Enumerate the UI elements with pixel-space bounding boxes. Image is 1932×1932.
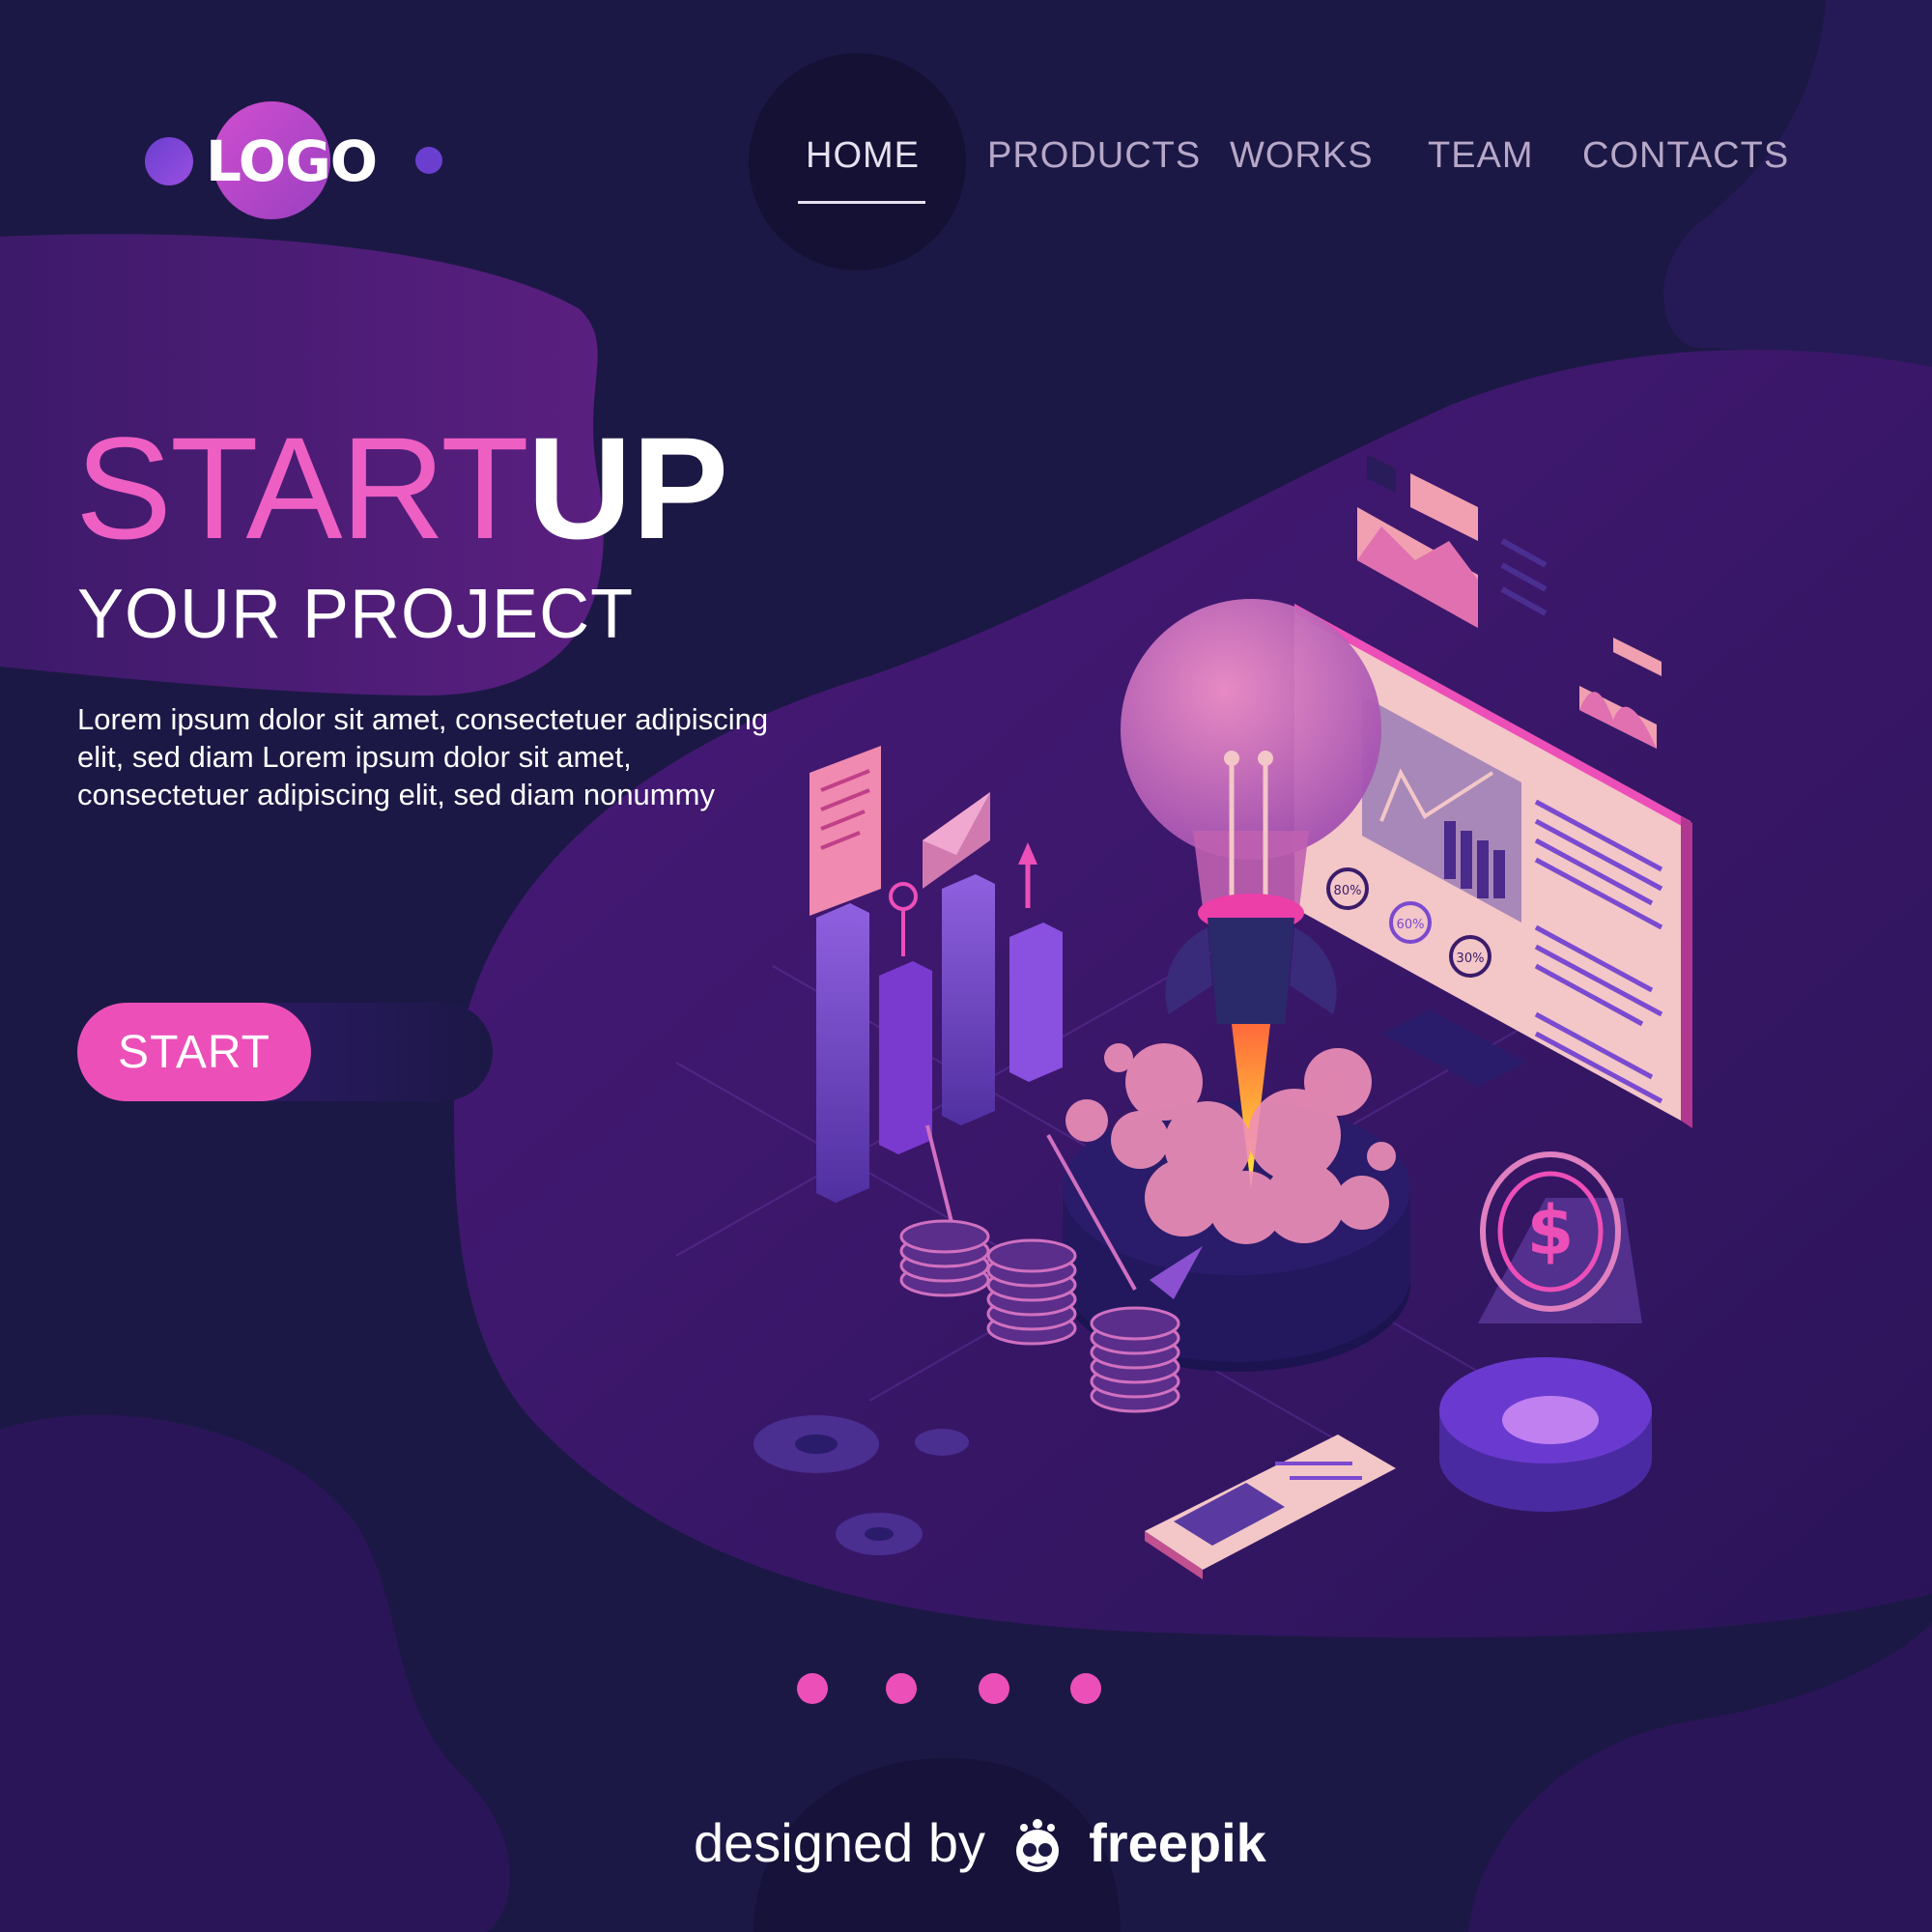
gauge-80: 80% <box>1334 884 1362 898</box>
pagination-dot-4[interactable] <box>1070 1673 1101 1704</box>
gauge-60: 60% <box>1397 918 1425 932</box>
startup-illustration: 80% 60% 30% $ <box>753 454 1692 1579</box>
pagination-dot-3[interactable] <box>979 1673 1009 1704</box>
credit-prefix: designed by <box>694 1812 986 1873</box>
dollar-symbol: $ <box>1527 1191 1575 1270</box>
tablet-device <box>1145 1435 1396 1579</box>
document-card-icon <box>810 746 881 916</box>
envelope-icon <box>923 792 990 889</box>
floating-wave-chart <box>1579 638 1662 749</box>
pagination-dot-1[interactable] <box>797 1673 828 1704</box>
freepik-mascot-icon <box>1015 1819 1059 1873</box>
gear-icons <box>753 1415 969 1555</box>
floating-area-chart <box>1357 454 1548 628</box>
footer-credit: designed by freepik <box>694 1811 1266 1876</box>
hologram-dollar-icon: $ <box>1439 1151 1652 1512</box>
pagination-dot-2[interactable] <box>886 1673 917 1704</box>
gauge-30: 30% <box>1457 952 1485 966</box>
credit-brand: freepik <box>1089 1812 1266 1873</box>
